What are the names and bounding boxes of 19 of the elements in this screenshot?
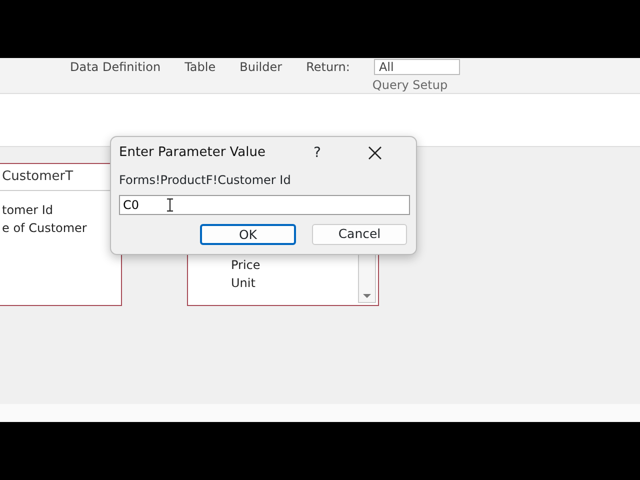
text-cursor-icon (166, 198, 174, 212)
field-name: tomer Id (1, 202, 54, 218)
return-field[interactable]: All (374, 59, 460, 75)
down-arrow-icon[interactable] (362, 293, 372, 299)
group-label: Query Setup (372, 78, 448, 92)
prompt-label: Forms!ProductF!Customer Id (119, 173, 291, 187)
ribbon-button[interactable]: Data Definition (70, 58, 161, 76)
ribbon-button[interactable]: Return: (306, 58, 350, 76)
help-button[interactable]: ? (314, 142, 321, 164)
close-icon[interactable] (368, 146, 382, 160)
input-field[interactable]: C0 (119, 195, 410, 215)
ribbon-button[interactable]: Builder (240, 58, 282, 76)
dialog-title: Enter Parameter Value (119, 144, 266, 162)
field-name: Price (230, 257, 262, 274)
ok-button[interactable]: OK (200, 224, 296, 245)
field-name: Unit (230, 275, 256, 292)
field-name: e of Customer (1, 220, 88, 236)
ribbon-button[interactable]: Table (184, 58, 216, 76)
cancel-button[interactable]: Cancel (312, 224, 407, 245)
